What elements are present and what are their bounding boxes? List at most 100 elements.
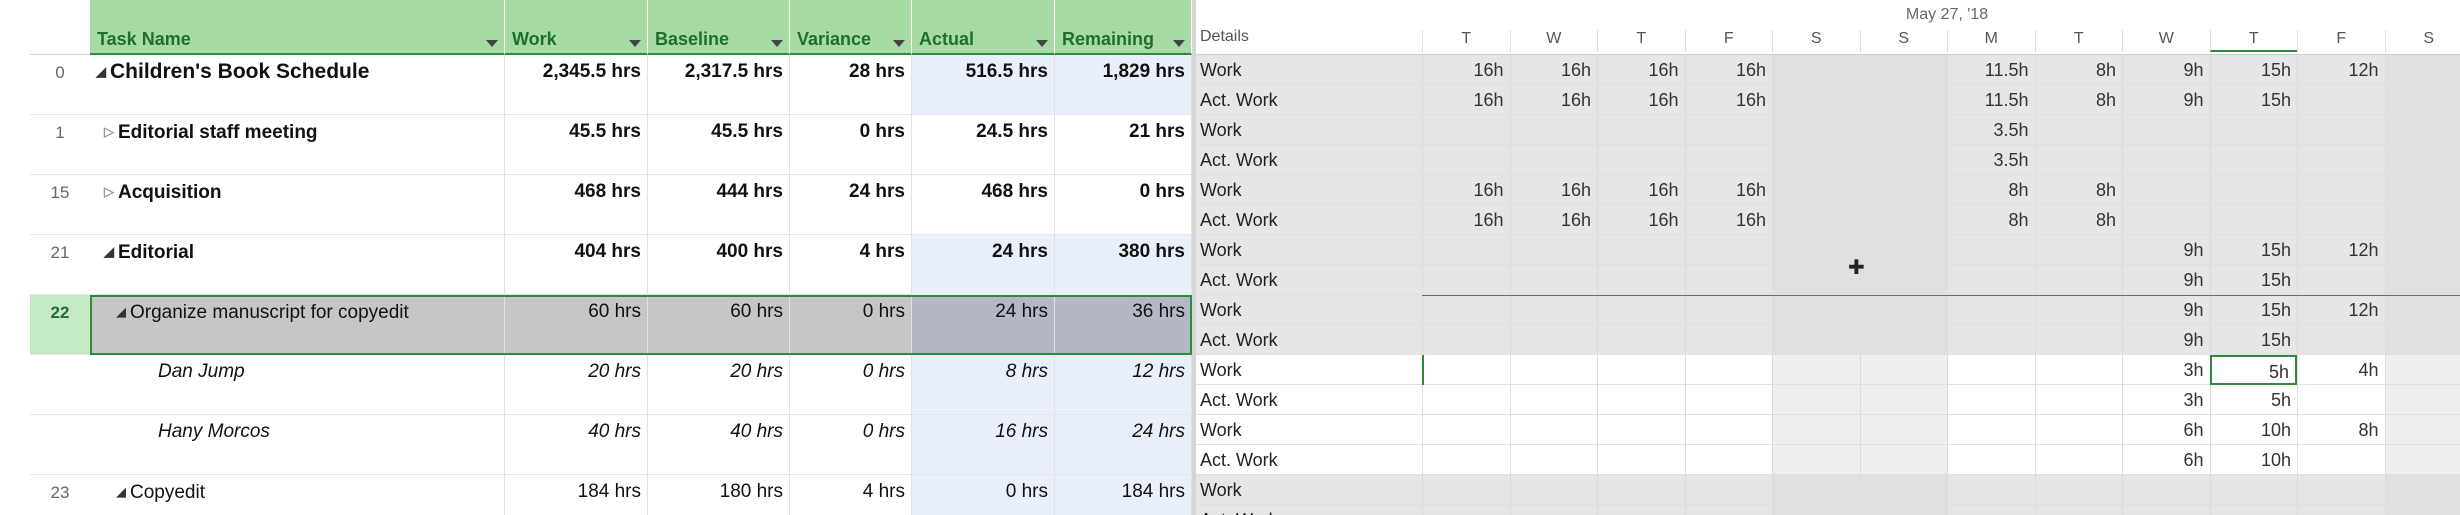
variance-cell[interactable]: 0 hrs xyxy=(790,115,912,175)
timephased-cell[interactable]: 15h xyxy=(2209,265,2297,295)
timephased-cell[interactable] xyxy=(1859,175,1947,205)
baseline-cell[interactable]: 400 hrs xyxy=(648,235,790,295)
expand-arrow-icon[interactable]: ▷ xyxy=(104,119,114,145)
dropdown-arrow-icon[interactable] xyxy=(771,40,783,47)
column-header-task-name[interactable]: Task Name xyxy=(90,0,505,55)
timephased-cell[interactable] xyxy=(2122,475,2210,505)
timephased-cell[interactable] xyxy=(1947,385,2035,415)
timephased-cell[interactable] xyxy=(1684,385,1772,415)
remaining-cell[interactable]: 380 hrs xyxy=(1055,235,1192,295)
timephased-cell[interactable] xyxy=(1597,505,1685,515)
timephased-cell[interactable]: 16h xyxy=(1509,205,1597,235)
timephased-cell[interactable] xyxy=(1422,445,1510,475)
variance-cell[interactable]: 24 hrs xyxy=(790,175,912,235)
timephased-cell[interactable]: 8h xyxy=(2034,85,2122,115)
variance-cell[interactable]: 4 hrs xyxy=(790,475,912,515)
timephased-cell[interactable] xyxy=(1947,505,2035,515)
timephased-cell[interactable] xyxy=(2297,265,2385,295)
timephased-cell[interactable] xyxy=(2297,205,2385,235)
timephased-cell[interactable]: 3.5h xyxy=(1947,115,2035,145)
timephased-cell[interactable]: 11.5h xyxy=(1947,85,2035,115)
timephased-cell[interactable] xyxy=(2297,475,2385,505)
actual-cell[interactable]: 8 hrs xyxy=(912,355,1055,415)
timephased-cell[interactable] xyxy=(1772,295,1860,325)
row-number[interactable]: 15 xyxy=(30,175,90,235)
timephased-cell[interactable] xyxy=(2384,85,2460,115)
timephased-cell[interactable] xyxy=(2122,175,2210,205)
timephased-cell[interactable] xyxy=(1509,295,1597,325)
column-header-variance[interactable]: Variance xyxy=(790,0,912,55)
timephased-cell[interactable] xyxy=(1684,295,1772,325)
timephased-cell[interactable] xyxy=(1772,85,1860,115)
timephased-cell[interactable] xyxy=(1597,355,1685,385)
timephased-cell[interactable]: 15h xyxy=(2209,295,2297,325)
row-number[interactable] xyxy=(30,415,90,475)
timephased-cell[interactable]: 16h xyxy=(1684,205,1772,235)
timephased-cell[interactable] xyxy=(1859,505,1947,515)
timephased-cell[interactable]: 9h xyxy=(2122,55,2210,85)
timephased-cell[interactable] xyxy=(2384,415,2460,445)
timephased-cell[interactable] xyxy=(1422,295,1510,325)
timephased-cell[interactable] xyxy=(2209,475,2297,505)
remaining-cell[interactable]: 12 hrs xyxy=(1055,355,1192,415)
remaining-cell[interactable]: 0 hrs xyxy=(1055,175,1192,235)
timephased-cell[interactable] xyxy=(1684,145,1772,175)
task-name-cell[interactable]: ◢ Children's Book Schedule xyxy=(90,55,505,115)
actual-cell[interactable]: 24.5 hrs xyxy=(912,115,1055,175)
collapse-arrow-icon[interactable]: ◢ xyxy=(96,59,106,85)
timephased-cell[interactable] xyxy=(1859,145,1947,175)
timephased-cell[interactable] xyxy=(1597,235,1685,265)
timephased-cell[interactable]: 9h xyxy=(2122,235,2210,265)
baseline-cell[interactable]: 180 hrs xyxy=(648,475,790,515)
expand-arrow-icon[interactable]: ▷ xyxy=(104,179,114,205)
timephased-cell[interactable] xyxy=(1597,265,1685,295)
timephased-cell[interactable] xyxy=(1859,355,1947,385)
timephased-cell[interactable] xyxy=(1422,265,1510,295)
timephased-cell[interactable] xyxy=(2384,115,2460,145)
timephased-cell[interactable] xyxy=(1422,325,1510,355)
timephased-cell[interactable]: 16h xyxy=(1597,205,1685,235)
timephased-cell[interactable] xyxy=(2384,55,2460,85)
timephased-cell[interactable] xyxy=(1422,145,1510,175)
timephased-cell[interactable] xyxy=(2209,505,2297,515)
timephased-cell[interactable] xyxy=(1684,325,1772,355)
timephased-cell[interactable] xyxy=(1422,415,1510,445)
timephased-cell[interactable] xyxy=(1772,475,1860,505)
timephased-cell[interactable] xyxy=(2122,145,2210,175)
timephased-cell[interactable] xyxy=(1772,325,1860,355)
timephased-cell[interactable] xyxy=(2034,115,2122,145)
timephased-cell[interactable] xyxy=(1772,355,1860,385)
timephased-cell[interactable] xyxy=(1422,385,1510,415)
task-name-cell[interactable]: Hany Morcos xyxy=(90,415,505,475)
timephased-cell[interactable]: 3.5h xyxy=(1947,145,2035,175)
timephased-cell[interactable]: 16h xyxy=(1509,175,1597,205)
work-cell[interactable]: 40 hrs xyxy=(505,415,648,475)
baseline-cell[interactable]: 45.5 hrs xyxy=(648,115,790,175)
work-cell[interactable]: 60 hrs xyxy=(505,295,648,355)
timephased-cell[interactable] xyxy=(1684,235,1772,265)
timephased-cell[interactable] xyxy=(2034,355,2122,385)
dropdown-arrow-icon[interactable] xyxy=(893,40,905,47)
timephased-cell[interactable] xyxy=(2384,265,2460,295)
timephased-cell[interactable] xyxy=(1859,325,1947,355)
timephased-cell[interactable] xyxy=(2384,295,2460,325)
timephased-cell[interactable] xyxy=(1859,205,1947,235)
timephased-cell[interactable]: 8h xyxy=(2297,415,2385,445)
timephased-cell[interactable] xyxy=(2384,475,2460,505)
timephased-cell[interactable] xyxy=(1859,55,1947,85)
timephased-cell[interactable]: 15h xyxy=(2209,235,2297,265)
collapse-arrow-icon[interactable]: ◢ xyxy=(116,299,126,325)
timephased-cell[interactable]: 16h xyxy=(1684,85,1772,115)
timephased-cell[interactable]: 6h xyxy=(2122,415,2210,445)
timephased-cell[interactable] xyxy=(2384,445,2460,475)
timephased-cell[interactable] xyxy=(1684,415,1772,445)
timephased-cell[interactable] xyxy=(1509,235,1597,265)
row-number[interactable]: 21 xyxy=(30,235,90,295)
actual-cell[interactable]: 24 hrs xyxy=(912,295,1055,355)
column-header-work[interactable]: Work xyxy=(505,0,648,55)
task-name-cell[interactable]: Dan Jump xyxy=(90,355,505,415)
baseline-cell[interactable]: 40 hrs xyxy=(648,415,790,475)
timephased-cell[interactable]: 9h xyxy=(2122,265,2210,295)
row-number-header[interactable] xyxy=(30,0,90,55)
column-header-actual[interactable]: Actual xyxy=(912,0,1055,55)
